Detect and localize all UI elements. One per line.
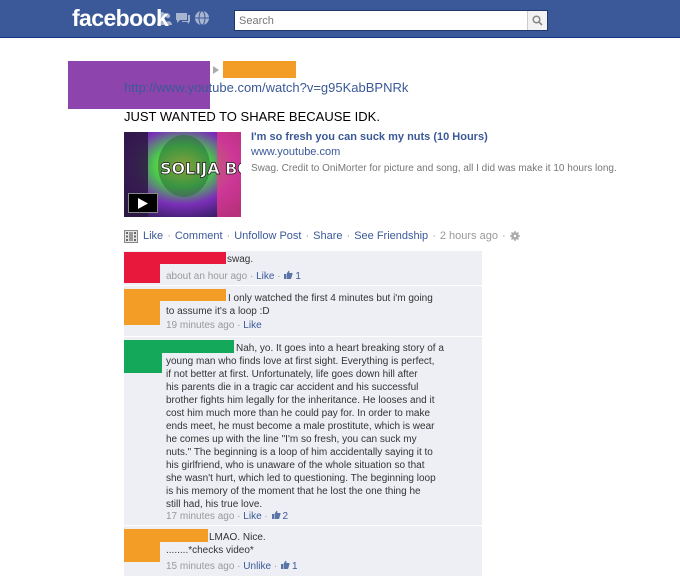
comment-line: young man who finds love at first sight.… (166, 356, 435, 367)
commenter-avatar-redacted (124, 289, 160, 325)
comment-like-count[interactable]: 2 (283, 511, 289, 522)
see-friendship-link[interactable]: See Friendship (354, 230, 428, 242)
comment-line: is his memory of the moment that he lost… (166, 486, 421, 497)
story-text: JUST WANTED TO SHARE BECAUSE IDK. (124, 109, 380, 124)
comment-line: his parents die in a tragic car accident… (166, 382, 419, 393)
attachment-title[interactable]: I'm so fresh you can suck my nuts (10 Ho… (251, 131, 488, 143)
jewel-icons (156, 10, 210, 26)
comment-divider (124, 525, 482, 526)
comment-timestamp[interactable]: 19 minutes ago (166, 320, 234, 331)
comment-line: brother fights him legally for the inher… (166, 395, 435, 406)
unfollow-post-link[interactable]: Unfollow Post (234, 230, 301, 242)
share-link[interactable]: Share (313, 230, 342, 242)
comment-line: LMAO. Nice. (209, 532, 266, 543)
thumbs-up-icon (284, 270, 293, 279)
commenter-name-redacted (162, 340, 234, 353)
comment-line: she wasn't hurt, which led to questionin… (166, 473, 436, 484)
comment-meta: 19 minutes ago · Like (166, 320, 262, 331)
story-link[interactable]: http://www.youtube.com/watch?v=g95KabBPN… (124, 80, 408, 95)
thumbs-up-icon (280, 560, 290, 569)
search-box (234, 10, 548, 31)
comment-divider (124, 336, 482, 337)
comment-like-link[interactable]: Like (243, 511, 261, 522)
comment-line: nuts." The beginning is a loop of him ac… (166, 447, 433, 458)
arrow-right-icon (213, 66, 219, 74)
search-button[interactable] (527, 11, 547, 30)
play-button[interactable] (128, 193, 158, 213)
comment-line: cost him much more than he could pay for… (166, 408, 431, 419)
search-input[interactable] (235, 11, 527, 30)
friends-icon[interactable] (156, 10, 172, 26)
commenter-avatar-redacted (124, 340, 162, 373)
messages-icon[interactable] (175, 10, 191, 26)
play-icon (138, 197, 148, 209)
comment-text: swag. (227, 254, 254, 265)
story-actions: Like · Comment · Unfollow Post · Share ·… (124, 229, 520, 243)
comment-unlike-link[interactable]: Unlike (243, 561, 271, 572)
attachment-url[interactable]: www.youtube.com (251, 146, 340, 158)
facebook-logo[interactable]: facebook (72, 5, 169, 32)
comment-timestamp[interactable]: 17 minutes ago (166, 511, 234, 522)
comment-line: ........*checks video* (166, 545, 254, 556)
commenter-avatar-redacted (124, 252, 160, 283)
story-timestamp[interactable]: 2 hours ago (440, 230, 498, 242)
comment-line: to assume it's a loop :D (166, 306, 270, 317)
video-app-icon (124, 229, 138, 243)
commenter-avatar-redacted (124, 529, 160, 562)
search-icon (532, 15, 543, 26)
gear-icon[interactable] (509, 231, 520, 241)
top-bar: facebook (0, 0, 680, 38)
thumbs-up-icon (271, 510, 281, 519)
comment-line: ends meet, he must become a male prostit… (166, 421, 435, 432)
comment-link[interactable]: Comment (175, 230, 223, 242)
comment-divider (124, 285, 482, 286)
thumb-text: SOLIJA BOY (160, 159, 241, 178)
commenter-name-redacted (160, 252, 226, 264)
comment-like-link[interactable]: Like (256, 271, 274, 282)
comment-line: he comes up with the line "I'm so fresh,… (166, 434, 417, 445)
notifications-icon[interactable] (194, 10, 210, 26)
comment-line: I only watched the first 4 minutes but i… (228, 293, 433, 304)
comment-meta: 17 minutes ago · Like · 2 (166, 510, 289, 522)
attachment-description: Swag. Credit to OniMorter for picture an… (251, 163, 617, 174)
comment-meta: about an hour ago · Like · 1 (166, 270, 301, 282)
commenter-name-redacted (160, 529, 208, 542)
comment-line: Nah, yo. It goes into a heart breaking s… (236, 343, 444, 354)
comment-line: his girlfriend, who is unaware of the wh… (166, 460, 425, 471)
comment-like-count[interactable]: 1 (292, 561, 298, 572)
comment-like-count[interactable]: 1 (295, 271, 301, 282)
like-link[interactable]: Like (143, 230, 163, 242)
comment-line: if not better at first. Unfortunately, l… (166, 369, 418, 380)
comment-like-link[interactable]: Like (243, 320, 261, 331)
video-thumbnail[interactable]: SOLIJA BOY (124, 132, 241, 217)
comment-timestamp[interactable]: 15 minutes ago (166, 561, 234, 572)
commenter-name-redacted (160, 289, 226, 301)
recipient-name-redacted (223, 61, 296, 78)
comment-meta: 15 minutes ago · Unlike · 1 (166, 560, 298, 572)
comment-timestamp[interactable]: about an hour ago (166, 271, 247, 282)
